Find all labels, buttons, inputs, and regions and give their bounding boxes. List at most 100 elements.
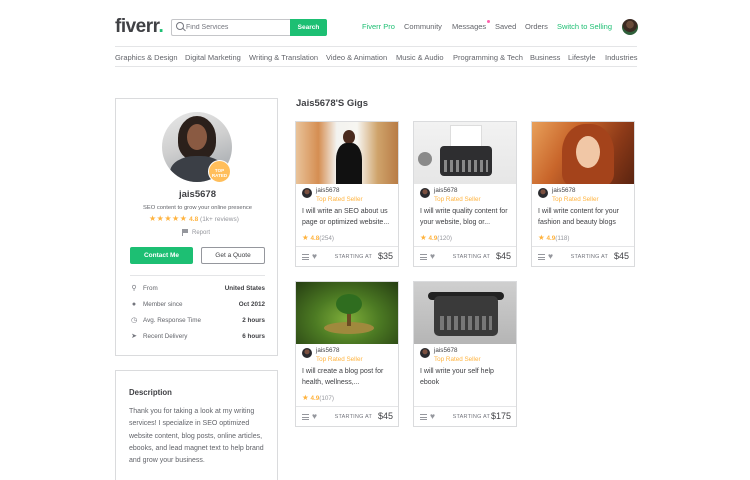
seller-profile-card: TOP RATED jais5678 SEO content to grow yo…: [115, 98, 278, 356]
gig-title[interactable]: I will write quality content for your we…: [420, 207, 513, 229]
seller-name[interactable]: jais5678: [552, 187, 575, 194]
top-header: fiverr. Search Fiverr Pro Community Mess…: [115, 16, 638, 40]
menu-icon[interactable]: [302, 254, 309, 260]
seller-avatar: [302, 188, 312, 198]
starting-at-label: STARTING AT: [570, 254, 608, 260]
gig-footer: ♥ STARTING AT $175: [414, 406, 516, 426]
gig-rating: ★ 4.9(118): [538, 233, 569, 242]
gig-rating-count: (254): [319, 235, 334, 242]
gig-rating-score: 4.9: [310, 395, 320, 402]
gig-seller: jais5678 Top Rated Seller: [420, 187, 510, 205]
nav-fiverr-pro[interactable]: Fiverr Pro: [362, 21, 395, 33]
gig-seller: jais5678 Top Rated Seller: [420, 347, 510, 365]
menu-icon[interactable]: [538, 254, 545, 260]
gig-price: $45: [495, 251, 511, 261]
category-programming-tech[interactable]: Programming & Tech: [453, 52, 523, 63]
gig-footer: ♥ STARTING AT $45: [532, 246, 634, 266]
gig-card[interactable]: jais5678 Top Rated Seller I will write c…: [531, 121, 635, 267]
gig-thumbnail[interactable]: [296, 282, 398, 344]
category-music-audio[interactable]: Music & Audio: [396, 52, 444, 63]
gig-thumbnail[interactable]: [414, 282, 516, 344]
menu-icon[interactable]: [302, 414, 309, 420]
gig-footer: ♥ STARTING AT $45: [296, 406, 398, 426]
star-icon: ★: [420, 233, 427, 242]
gig-thumbnail[interactable]: [296, 122, 398, 184]
rating-stars-icon: ★★★★★: [149, 214, 188, 223]
gig-title[interactable]: I will write an SEO about us page or opt…: [302, 207, 395, 229]
gig-rating-count: (118): [555, 235, 570, 242]
fiverr-logo[interactable]: fiverr.: [115, 16, 164, 38]
seller-name[interactable]: jais5678: [434, 187, 457, 194]
seller-name[interactable]: jais5678: [434, 347, 457, 354]
seller-rating: ★★★★★ 4.8 (1k+ reviews): [149, 214, 239, 223]
gig-thumbnail[interactable]: [414, 122, 516, 184]
contact-me-button[interactable]: Contact Me: [130, 247, 193, 264]
nav-community[interactable]: Community: [404, 21, 442, 33]
category-writing-translation[interactable]: Writing & Translation: [249, 52, 318, 63]
seller-username: jais5678: [179, 189, 216, 200]
gig-footer: ♥ STARTING AT $45: [414, 246, 516, 266]
category-menu: Graphics & Design Digital Marketing Writ…: [115, 46, 638, 67]
menu-icon[interactable]: [420, 414, 427, 420]
stat-value: Oct 2012: [238, 301, 265, 308]
heart-icon[interactable]: ♥: [312, 251, 317, 262]
gig-rating: ★ 4.9(107): [302, 393, 334, 402]
stat-from: ⚲ From United States: [130, 284, 265, 294]
gig-price: $45: [613, 251, 629, 261]
user-avatar[interactable]: [622, 19, 638, 35]
search-button[interactable]: Search: [290, 19, 327, 36]
seller-level: Top Rated Seller: [434, 195, 481, 203]
get-a-quote-button[interactable]: Get a Quote: [201, 247, 265, 264]
stat-label: Recent Delivery: [143, 333, 188, 340]
seller-name[interactable]: jais5678: [316, 347, 339, 354]
rating-count: (1k+ reviews): [200, 216, 239, 223]
nav-messages[interactable]: Messages: [452, 20, 491, 33]
heart-icon[interactable]: ♥: [430, 251, 435, 262]
paper-plane-icon: ➤: [131, 333, 137, 340]
gig-rating-score: 4.8: [310, 235, 320, 242]
description-text: Thank you for taking a look at my writin…: [129, 408, 264, 465]
star-icon: ★: [302, 233, 309, 242]
flag-icon: [182, 229, 188, 236]
gig-title[interactable]: I will write content for your fashion an…: [538, 207, 631, 229]
category-industries[interactable]: Industries: [605, 52, 638, 63]
nav-switch-to-selling[interactable]: Switch to Selling: [557, 21, 612, 33]
notification-dot: [487, 20, 491, 23]
category-business[interactable]: Business: [530, 52, 560, 63]
starting-at-label: STARTING AT: [452, 414, 490, 420]
gig-card[interactable]: jais5678 Top Rated Seller I will write q…: [413, 121, 517, 267]
seller-avatar: [302, 348, 312, 358]
nav-saved[interactable]: Saved: [495, 21, 516, 33]
gig-card[interactable]: jais5678 Top Rated Seller I will create …: [295, 281, 399, 427]
stat-member-since: ● Member since Oct 2012: [130, 300, 265, 310]
gig-card[interactable]: jais5678 Top Rated Seller I will write y…: [413, 281, 517, 427]
nav-orders[interactable]: Orders: [525, 21, 548, 33]
menu-icon[interactable]: [420, 254, 427, 260]
stat-response-time: ◷ Avg. Response Time 2 hours: [130, 316, 265, 326]
divider: [130, 275, 265, 276]
seller-avatar: [420, 188, 430, 198]
stat-value: 2 hours: [242, 317, 265, 324]
heart-icon[interactable]: ♥: [430, 411, 435, 422]
gig-title[interactable]: I will create a blog post for health, we…: [302, 367, 395, 389]
stat-label: Avg. Response Time: [143, 317, 201, 324]
seller-name[interactable]: jais5678: [316, 187, 339, 194]
heart-icon[interactable]: ♥: [312, 411, 317, 422]
gig-title[interactable]: I will write your self help ebook: [420, 367, 513, 389]
person-icon: ●: [131, 301, 137, 308]
seller-level: Top Rated Seller: [434, 355, 481, 363]
category-lifestyle[interactable]: Lifestyle: [568, 52, 596, 63]
category-graphics-design[interactable]: Graphics & Design: [115, 52, 178, 63]
seller-level: Top Rated Seller: [552, 195, 599, 203]
category-video-animation[interactable]: Video & Animation: [326, 52, 387, 63]
seller-level: Top Rated Seller: [316, 195, 363, 203]
gig-seller: jais5678 Top Rated Seller: [302, 347, 392, 365]
report-link[interactable]: Report: [182, 229, 210, 236]
starting-at-label: STARTING AT: [334, 254, 372, 260]
star-icon: ★: [302, 393, 309, 402]
category-digital-marketing[interactable]: Digital Marketing: [185, 52, 241, 63]
seller-avatar: [538, 188, 548, 198]
heart-icon[interactable]: ♥: [548, 251, 553, 262]
gig-card[interactable]: jais5678 Top Rated Seller I will write a…: [295, 121, 399, 267]
gig-thumbnail[interactable]: [532, 122, 634, 184]
